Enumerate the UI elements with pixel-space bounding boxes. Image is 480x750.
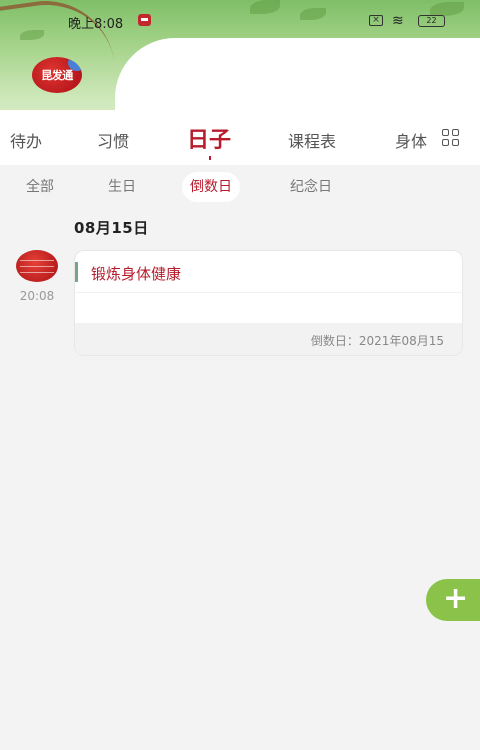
battery-icon: 22 xyxy=(418,15,445,27)
tab-habit[interactable]: 习惯 xyxy=(97,128,129,152)
tab-body[interactable]: 身体 xyxy=(395,128,427,152)
status-bar: 晚上8:08 × ≋ 22 xyxy=(0,0,480,40)
event-icon xyxy=(16,250,58,282)
grid-menu-icon[interactable] xyxy=(442,129,460,147)
sim-off-icon: × xyxy=(369,15,383,26)
event-card[interactable]: 锻炼身体健康 倒数日：2021年08月15 xyxy=(74,250,463,356)
plus-icon: + xyxy=(443,581,469,616)
event-title: 锻炼身体健康 xyxy=(91,265,182,283)
avatar-text: 昆发通 xyxy=(41,69,73,82)
filter-bar: 全部 生日 倒数日 纪念日 xyxy=(0,172,480,204)
wifi-icon: ≋ xyxy=(392,13,404,29)
group-date-header: 08月15日 xyxy=(74,219,149,237)
filter-anniversary[interactable]: 纪念日 xyxy=(284,172,338,202)
filter-countdown[interactable]: 倒数日 xyxy=(182,172,240,202)
notification-icon xyxy=(138,14,151,26)
card-accent-bar xyxy=(75,262,78,282)
tab-active-indicator xyxy=(209,156,211,160)
avatar[interactable]: 昆发通 xyxy=(32,57,82,93)
event-countdown-date: 倒数日：2021年08月15 xyxy=(310,334,444,348)
add-button[interactable]: + xyxy=(426,579,480,621)
main-tabs: 待办 习惯 日子 课程表 身体 xyxy=(0,118,480,164)
event-time: 20:08 xyxy=(19,289,55,303)
tab-todo[interactable]: 待办 xyxy=(10,128,42,152)
tab-days[interactable]: 日子 xyxy=(187,122,231,154)
event-footer: 倒数日：2021年08月15 xyxy=(75,323,462,355)
tab-schedule[interactable]: 课程表 xyxy=(288,128,336,152)
status-time: 晚上8:08 xyxy=(68,17,124,32)
filter-all[interactable]: 全部 xyxy=(20,172,60,202)
filter-birthday[interactable]: 生日 xyxy=(102,172,142,202)
